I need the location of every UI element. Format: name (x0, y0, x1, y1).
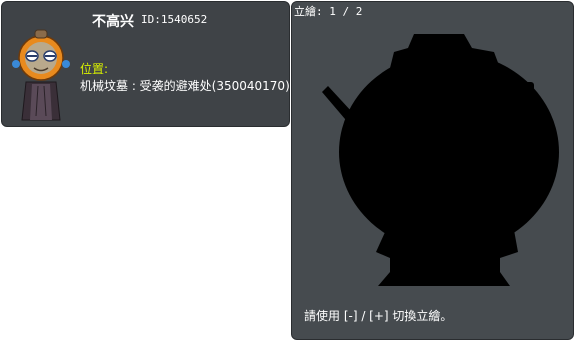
illustration-counter: 立繪: 1 / 2 (294, 5, 363, 18)
robot-character-avatar-icon (12, 29, 70, 121)
character-info-panel: 不高兴 ID:1540652 位置: 机械坟墓 : 受袭的避难处(3500401… (1, 1, 290, 127)
illustration-panel: 立繪: 1 / 2 請使用 [-] / [+] 切換立繪。 (291, 1, 574, 340)
location-label: 位置: (80, 62, 109, 76)
character-id: ID:1540652 (141, 13, 208, 26)
character-silhouette-icon (322, 34, 559, 286)
switch-illustration-hint: 請使用 [-] / [+] 切換立繪。 (304, 309, 453, 323)
location-value: 机械坟墓 : 受袭的避难处(350040170) (80, 79, 290, 93)
character-name: 不高兴 (92, 14, 134, 30)
